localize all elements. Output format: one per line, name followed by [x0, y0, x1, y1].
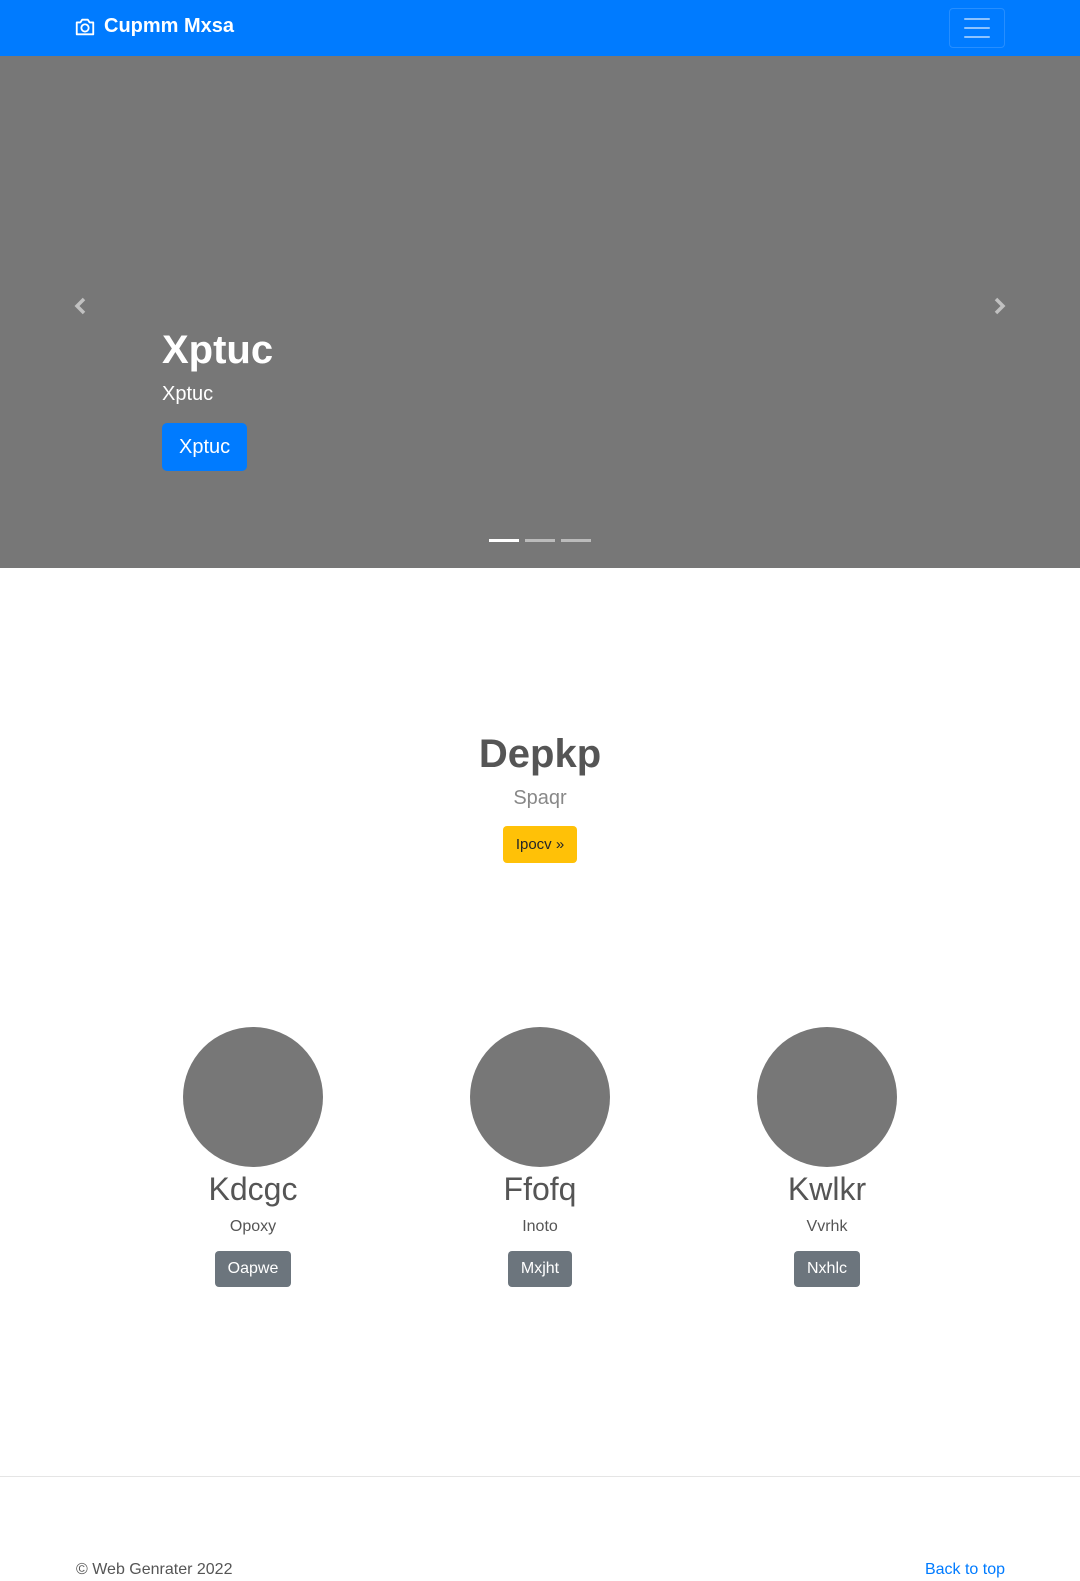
hero-title: Depkp	[478, 732, 602, 776]
feature-image-placeholder	[757, 1027, 897, 1167]
footer-divider	[0, 1476, 1080, 1477]
feature-column: Kwlkr Vvrhk Nxhlc	[677, 1027, 977, 1287]
brand-label: Cupmm Mxsa	[104, 15, 235, 37]
carousel-indicator-1[interactable]	[489, 539, 519, 542]
carousel-prev-button[interactable]	[61, 286, 101, 326]
chevron-right-icon	[994, 297, 1006, 315]
carousel-caption: Xptuc Xptuc Xptuc	[162, 326, 273, 471]
feature-image-placeholder	[183, 1027, 323, 1167]
feature-button[interactable]: Oapwe	[214, 1251, 292, 1287]
navbar-brand[interactable]: Cupmm Mxsa	[74, 15, 234, 38]
navbar-toggler-button[interactable]	[949, 8, 1005, 48]
carousel-indicator-2[interactable]	[525, 539, 555, 542]
feature-title: Kdcgc	[208, 1171, 298, 1207]
carousel: Xptuc Xptuc Xptuc	[0, 56, 1080, 568]
feature-text: Vvrhk	[806, 1218, 848, 1235]
hamburger-menu-icon	[964, 18, 990, 20]
carousel-subtitle: Xptuc	[162, 383, 214, 405]
footer-copyright: © Web Genrater 2022	[76, 1561, 233, 1578]
navbar: Cupmm Mxsa	[0, 0, 1080, 56]
carousel-title: Xptuc	[162, 328, 274, 372]
chevron-left-icon	[74, 297, 86, 315]
hero-section: Depkp Spaqr Ipocv »	[0, 730, 1080, 863]
carousel-next-button[interactable]	[979, 286, 1019, 326]
camera-icon	[75, 18, 95, 35]
feature-text: Inoto	[522, 1218, 558, 1235]
hero-subtitle: Spaqr	[513, 787, 567, 809]
feature-title: Ffofq	[503, 1171, 577, 1207]
feature-button[interactable]: Nxhlc	[793, 1251, 860, 1287]
feature-text: Opoxy	[229, 1218, 277, 1235]
back-to-top-link[interactable]: Back to top	[925, 1560, 1005, 1580]
feature-title: Kwlkr	[787, 1171, 867, 1207]
carousel-indicator-3[interactable]	[561, 539, 591, 542]
carousel-cta-button[interactable]: Xptuc	[162, 423, 248, 471]
feature-column: Ffofq Inoto Mxjht	[390, 1027, 690, 1287]
carousel-indicators	[489, 539, 591, 542]
hero-button[interactable]: Ipocv »	[502, 826, 578, 863]
feature-button[interactable]: Mxjht	[507, 1251, 573, 1287]
feature-column: Kdcgc Opoxy Oapwe	[103, 1027, 403, 1287]
feature-image-placeholder	[470, 1027, 610, 1167]
